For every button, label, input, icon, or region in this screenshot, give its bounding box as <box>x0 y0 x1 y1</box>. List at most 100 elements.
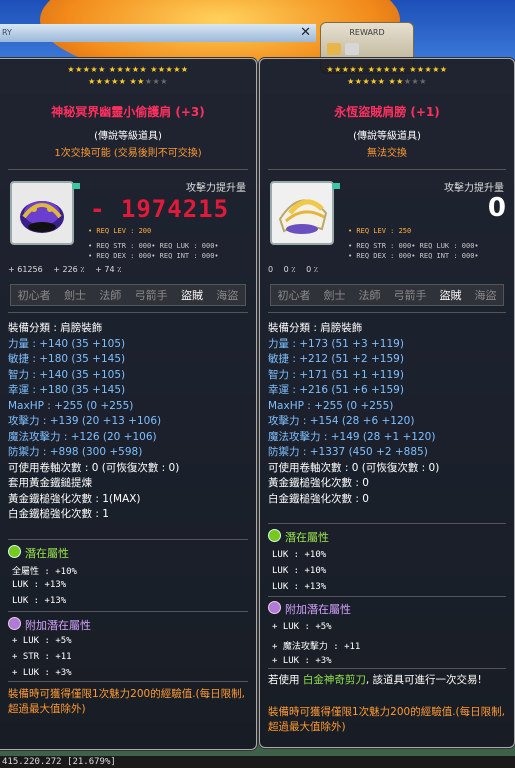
potential-line: LUK : +13% <box>12 596 67 606</box>
job-beginner: 初心者 <box>277 289 311 302</box>
potential-icon <box>268 601 281 614</box>
charm-exp-notice: 裝備時可獲得僅限1次魅力200的經驗值.(每日限制, 超過最大值除外) <box>8 688 245 715</box>
comparison-mini-stats: + 61256 + 226 ٪ + 74 ٪ <box>8 265 248 274</box>
item-grade: (傳說等級道具) <box>353 131 421 142</box>
job-bowman: 弓箭手 <box>393 289 427 302</box>
stat-diff: + 61256 <box>8 265 43 274</box>
stat-line: 裝備分類 : 肩膀裝飾 <box>8 322 103 334</box>
stat-list: 裝備分類 : 肩膀裝飾力量 : +140 (35 +105) 敏捷 : +180 … <box>8 321 252 523</box>
additional-potential-line: + LUK : +3% <box>272 656 332 666</box>
stat-line: 魔法攻擊力 : +126 (20 +106) <box>8 430 157 443</box>
stat-line: 套用黃金鐵鎚提煉 <box>8 477 92 489</box>
stat-line: 力量 : +140 (35 +105) <box>8 337 126 350</box>
additional-potential-header: 附加潛在屬性 <box>8 617 91 633</box>
item-icon <box>270 181 334 245</box>
additional-potential-line: + 魔法攻擊力 : +11 <box>272 642 361 652</box>
attack-gain-value: - 1974215 <box>90 195 230 223</box>
reward-label: REWARD <box>349 28 385 37</box>
charm-exp-notice: 裝備時可獲得僅限1次魅力200的經驗值.(每日限制, 超過最大值除外) <box>268 706 505 733</box>
trade-status: 無法交換 <box>367 148 407 159</box>
potential-header: 潛在屬性 <box>8 545 69 561</box>
job-thief: 盜賊 <box>180 289 203 302</box>
shoulder-icon <box>20 201 64 233</box>
item-icon <box>10 181 74 245</box>
potential-header: 潛在屬性 <box>268 529 329 545</box>
divider <box>8 169 248 170</box>
stat-line: 可使用卷軸次數 : 0 (可恢復次數 : 0) <box>8 461 180 474</box>
stat-line: 敏捷 : +212 (51 +2 +159) <box>268 353 404 365</box>
job-magician: 法師 <box>358 289 381 302</box>
flag-icon <box>72 183 80 189</box>
divider <box>8 312 248 313</box>
stat-diff: + 226 ٪ <box>53 265 85 274</box>
additional-potential-header: 附加潛在屬性 <box>268 601 351 617</box>
req-level: • REQ LEV : 250 <box>348 227 412 235</box>
item-name: 神秘冥界幽靈小偷護肩 (+3) <box>51 105 205 119</box>
job-restriction-bar: 初心者 劍士 法師 弓箭手 盜賊 海盜 <box>10 284 246 306</box>
divider <box>8 681 248 682</box>
scissor-trade-notice: 若使用 白金神奇剪刀, 該道具可進行一次交易! <box>268 674 482 686</box>
inventory-window-titlebar[interactable]: RY ✕ <box>0 24 316 42</box>
stat-line: MaxHP : +255 (0 +255) <box>8 399 134 412</box>
divider <box>268 523 506 524</box>
stat-line: 敏捷 : +180 (35 +145) <box>8 353 126 365</box>
divider <box>268 312 506 313</box>
reward-slot-icon[interactable] <box>345 43 359 55</box>
stat-diff: 0 ٪ <box>283 265 296 274</box>
divider <box>8 611 248 612</box>
job-bowman: 弓箭手 <box>134 289 168 302</box>
divider <box>268 668 506 669</box>
job-thief: 盜賊 <box>439 289 462 302</box>
stat-line: 力量 : +173 (51 +3 +119) <box>268 337 404 350</box>
reward-slot-icon[interactable] <box>327 43 341 55</box>
stat-line: 幸運 : +216 (51 +6 +159) <box>268 384 404 396</box>
additional-potential-line: + STR : +11 <box>12 652 72 662</box>
starforce-stars: ★★★★★ ★★★★★ <box>88 77 168 86</box>
job-warrior: 劍士 <box>323 289 346 302</box>
job-pirate: 海盜 <box>474 289 497 302</box>
stat-line: 攻擊力 : +139 (20 +13 +106) <box>8 415 162 427</box>
additional-potential-line: + LUK : +5% <box>272 622 332 632</box>
starforce-stars: ★★★★★ ★★★★★ <box>347 77 427 86</box>
platinum-scissors-link: 白金神奇剪刀 <box>302 674 366 686</box>
close-icon[interactable]: ✕ <box>300 25 311 40</box>
job-beginner: 初心者 <box>17 289 51 302</box>
job-warrior: 劍士 <box>63 289 86 302</box>
divider <box>268 596 506 597</box>
item-grade: (傳說等級道具) <box>94 131 162 142</box>
attack-gain-label: 攻擊力提升量 <box>444 183 504 194</box>
stat-line: 黃金鐵槌強化次數 : 1(MAX) <box>8 492 141 505</box>
attack-gain-value: 0 <box>487 193 506 223</box>
attack-gain-label: 攻擊力提升量 <box>186 183 246 194</box>
stat-line: 攻擊力 : +154 (28 +6 +120) <box>268 415 415 427</box>
additional-potential-line: + LUK : +5% <box>12 636 72 646</box>
item-tooltip-right: ★★★★★ ★★★★★ ★★★★★ ★★★★★ ★★★★★ 永恆盜賊肩膀 (+1… <box>259 58 515 748</box>
req-str-luk: • REQ STR : 000• REQ LUK : 000• <box>348 242 479 250</box>
potential-line: LUK : +10% <box>272 566 327 576</box>
potential-icon <box>268 529 281 542</box>
comparison-mini-stats: 0 0 ٪ 0 ٪ <box>268 265 506 274</box>
stat-diff: 0 ٪ <box>306 265 319 274</box>
stat-line: 防禦力 : +898 (300 +598) <box>8 446 143 458</box>
job-restriction-bar: 初心者 劍士 法師 弓箭手 盜賊 海盜 <box>270 284 504 306</box>
req-str-luk: • REQ STR : 000• REQ LUK : 000• <box>88 242 219 250</box>
stat-line: 智力 : +140 (35 +105) <box>8 368 126 381</box>
potential-line: LUK : +13% <box>12 580 67 590</box>
potential-line: 全屬性 : +10% <box>12 567 77 577</box>
additional-potential-line: + LUK : +3% <box>12 668 72 678</box>
req-dex-int: • REQ DEX : 000• REQ INT : 000• <box>348 252 479 260</box>
stat-line: 幸運 : +180 (35 +145) <box>8 384 126 396</box>
starforce-stars: ★★★★★ ★★★★★ ★★★★★ <box>67 65 189 74</box>
stat-diff: + 74 ٪ <box>95 265 122 274</box>
item-tooltip-left: ★★★★★ ★★★★★ ★★★★★ ★★★★★ ★★★★★ 神秘冥界幽靈小偷護肩… <box>0 58 257 750</box>
stat-line: 裝備分類 : 肩膀裝飾 <box>268 322 363 334</box>
status-bar: 415.220.272 [21.679%] <box>0 756 515 768</box>
job-pirate: 海盜 <box>216 289 239 302</box>
stat-line: 白金鐵槌強化次數 : 0 <box>268 492 369 505</box>
job-magician: 法師 <box>99 289 122 302</box>
stat-list: 裝備分類 : 肩膀裝飾力量 : +173 (51 +3 +119) 敏捷 : +2… <box>268 321 510 507</box>
starforce-stars: ★★★★★ ★★★★★ ★★★★★ <box>326 65 448 74</box>
stat-line: 可使用卷軸次數 : 0 (可恢復次數 : 0) <box>268 461 440 474</box>
stat-line: 智力 : +171 (51 +1 +119) <box>268 368 404 381</box>
req-level: • REQ LEV : 200 <box>88 227 152 235</box>
